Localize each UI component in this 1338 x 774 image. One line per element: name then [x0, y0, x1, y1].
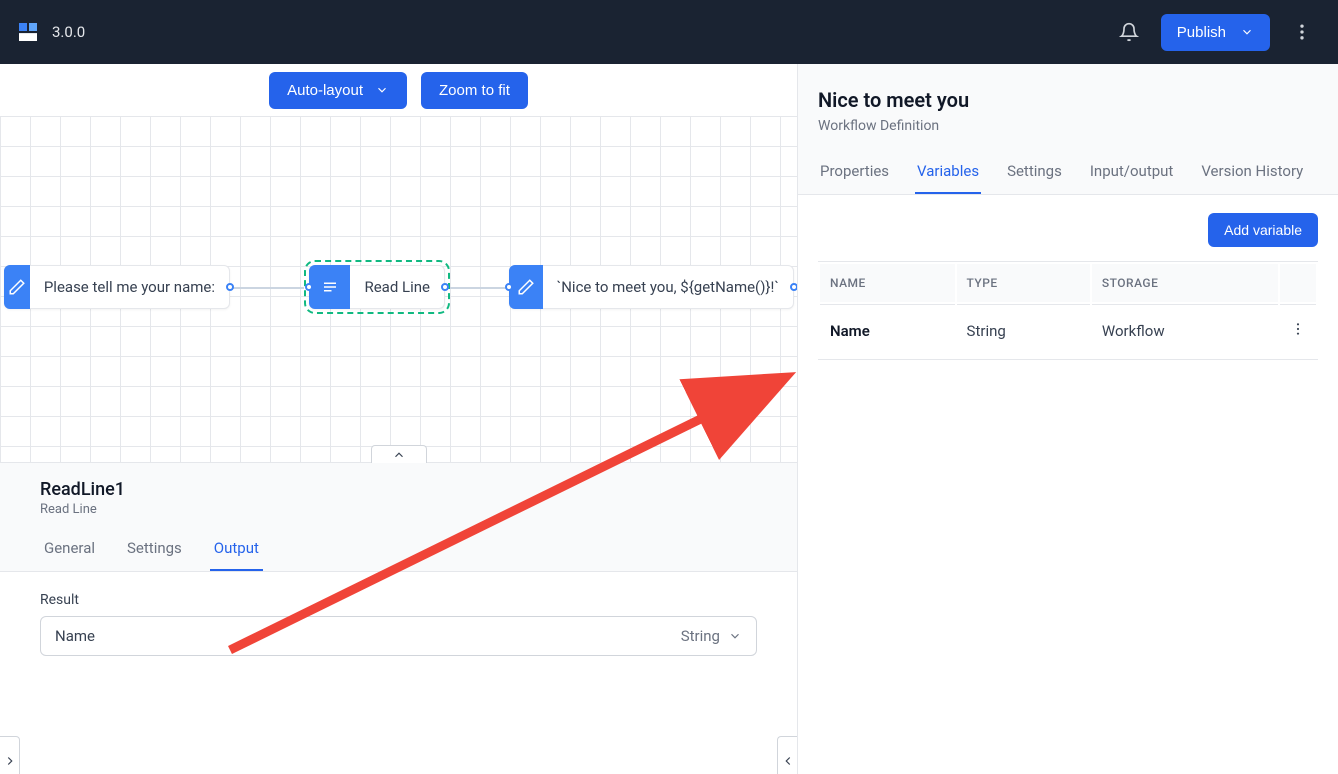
connection — [232, 287, 304, 289]
tab-settings[interactable]: Settings — [1005, 150, 1064, 194]
node-port[interactable] — [305, 283, 313, 291]
pencil-icon — [509, 265, 543, 309]
result-value: Name — [55, 627, 95, 645]
table-row[interactable]: Name String Workflow — [820, 304, 1316, 357]
app-version: 3.0.0 — [52, 23, 85, 41]
text-lines-icon — [309, 265, 350, 309]
tab-input-output[interactable]: Input/output — [1088, 150, 1175, 194]
result-type-wrap: String — [681, 627, 742, 645]
var-type: String — [957, 304, 1090, 357]
node-label: `Nice to meet you, ${getName()}!` — [543, 278, 793, 296]
properties-panel: Nice to meet you Workflow Definition Pro… — [798, 64, 1338, 774]
auto-layout-label: Auto-layout — [287, 82, 363, 99]
panel-subtitle: Read Line — [40, 502, 757, 517]
variables-table: NAME TYPE STORAGE Name String Workflow — [818, 261, 1318, 360]
connection — [448, 287, 508, 289]
row-menu-icon[interactable] — [1280, 304, 1316, 357]
tab-settings[interactable]: Settings — [123, 527, 186, 571]
panel-tabs: General Settings Output — [0, 527, 797, 572]
workflow-node-writeline[interactable]: `Nice to meet you, ${getName()}!` — [509, 265, 794, 309]
header-left: 3.0.0 — [16, 20, 85, 44]
tab-properties[interactable]: Properties — [818, 150, 891, 194]
activity-details-panel: ReadLine1 Read Line General Settings Out… — [0, 462, 797, 774]
col-type: TYPE — [957, 264, 1090, 302]
expand-left-panel-button[interactable] — [0, 736, 20, 774]
col-storage: STORAGE — [1092, 264, 1278, 302]
properties-header: Nice to meet you Workflow Definition — [798, 64, 1338, 150]
tab-output[interactable]: Output — [210, 527, 263, 571]
pencil-icon — [4, 265, 30, 309]
panel-header: ReadLine1 Read Line — [0, 463, 797, 527]
app-logo — [16, 20, 40, 44]
tab-general[interactable]: General — [40, 527, 99, 571]
properties-tabs: Properties Variables Settings Input/outp… — [798, 150, 1338, 195]
result-label: Result — [40, 592, 757, 608]
node-port[interactable] — [790, 283, 797, 291]
chevron-down-icon — [375, 83, 389, 97]
properties-subtitle: Workflow Definition — [818, 118, 1318, 134]
chevron-down-icon — [1240, 25, 1254, 39]
collapse-right-panel-button[interactable] — [777, 736, 797, 774]
node-label: Read Line — [350, 278, 444, 296]
col-name: NAME — [820, 264, 955, 302]
properties-body: Add variable NAME TYPE STORAGE Name Stri… — [798, 195, 1338, 774]
chevron-right-icon — [3, 754, 17, 768]
canvas-area: Auto-layout Zoom to fit Please tell me y… — [0, 64, 798, 774]
publish-label: Publish — [1177, 24, 1226, 41]
add-variable-button[interactable]: Add variable — [1208, 213, 1318, 247]
zoom-to-fit-label: Zoom to fit — [439, 82, 510, 99]
tab-version-history[interactable]: Version History — [1199, 150, 1305, 194]
collapse-panel-button[interactable] — [371, 445, 427, 463]
app-header: 3.0.0 Publish — [0, 0, 1338, 64]
node-port[interactable] — [441, 283, 449, 291]
notifications-icon[interactable] — [1109, 12, 1149, 52]
var-name: Name — [820, 304, 955, 357]
node-port[interactable] — [226, 283, 234, 291]
properties-title: Nice to meet you — [818, 88, 1318, 112]
publish-button[interactable]: Publish — [1161, 14, 1270, 51]
add-variable-wrap: Add variable — [818, 213, 1318, 247]
auto-layout-button[interactable]: Auto-layout — [269, 72, 407, 109]
zoom-to-fit-button[interactable]: Zoom to fit — [421, 72, 528, 109]
chevron-down-icon — [728, 629, 742, 643]
header-right: Publish — [1109, 12, 1322, 52]
node-port[interactable] — [505, 283, 513, 291]
workflow-node-writeline[interactable]: Please tell me your name: — [4, 265, 230, 309]
more-menu-icon[interactable] — [1282, 12, 1322, 52]
panel-title: ReadLine1 — [40, 479, 757, 500]
canvas-toolbar: Auto-layout Zoom to fit — [0, 64, 797, 116]
main: Auto-layout Zoom to fit Please tell me y… — [0, 64, 1338, 774]
panel-content: Result Name String — [0, 572, 797, 676]
tab-variables[interactable]: Variables — [915, 150, 981, 194]
result-select[interactable]: Name String — [40, 616, 757, 656]
chevron-up-icon — [392, 448, 406, 462]
canvas[interactable]: Please tell me your name: Read Line `Nic… — [0, 116, 797, 774]
node-label: Please tell me your name: — [30, 278, 229, 296]
chevron-left-icon — [781, 754, 795, 768]
var-storage: Workflow — [1092, 304, 1278, 357]
result-type: String — [681, 627, 720, 645]
workflow-node-readline[interactable]: Read Line — [309, 265, 445, 309]
